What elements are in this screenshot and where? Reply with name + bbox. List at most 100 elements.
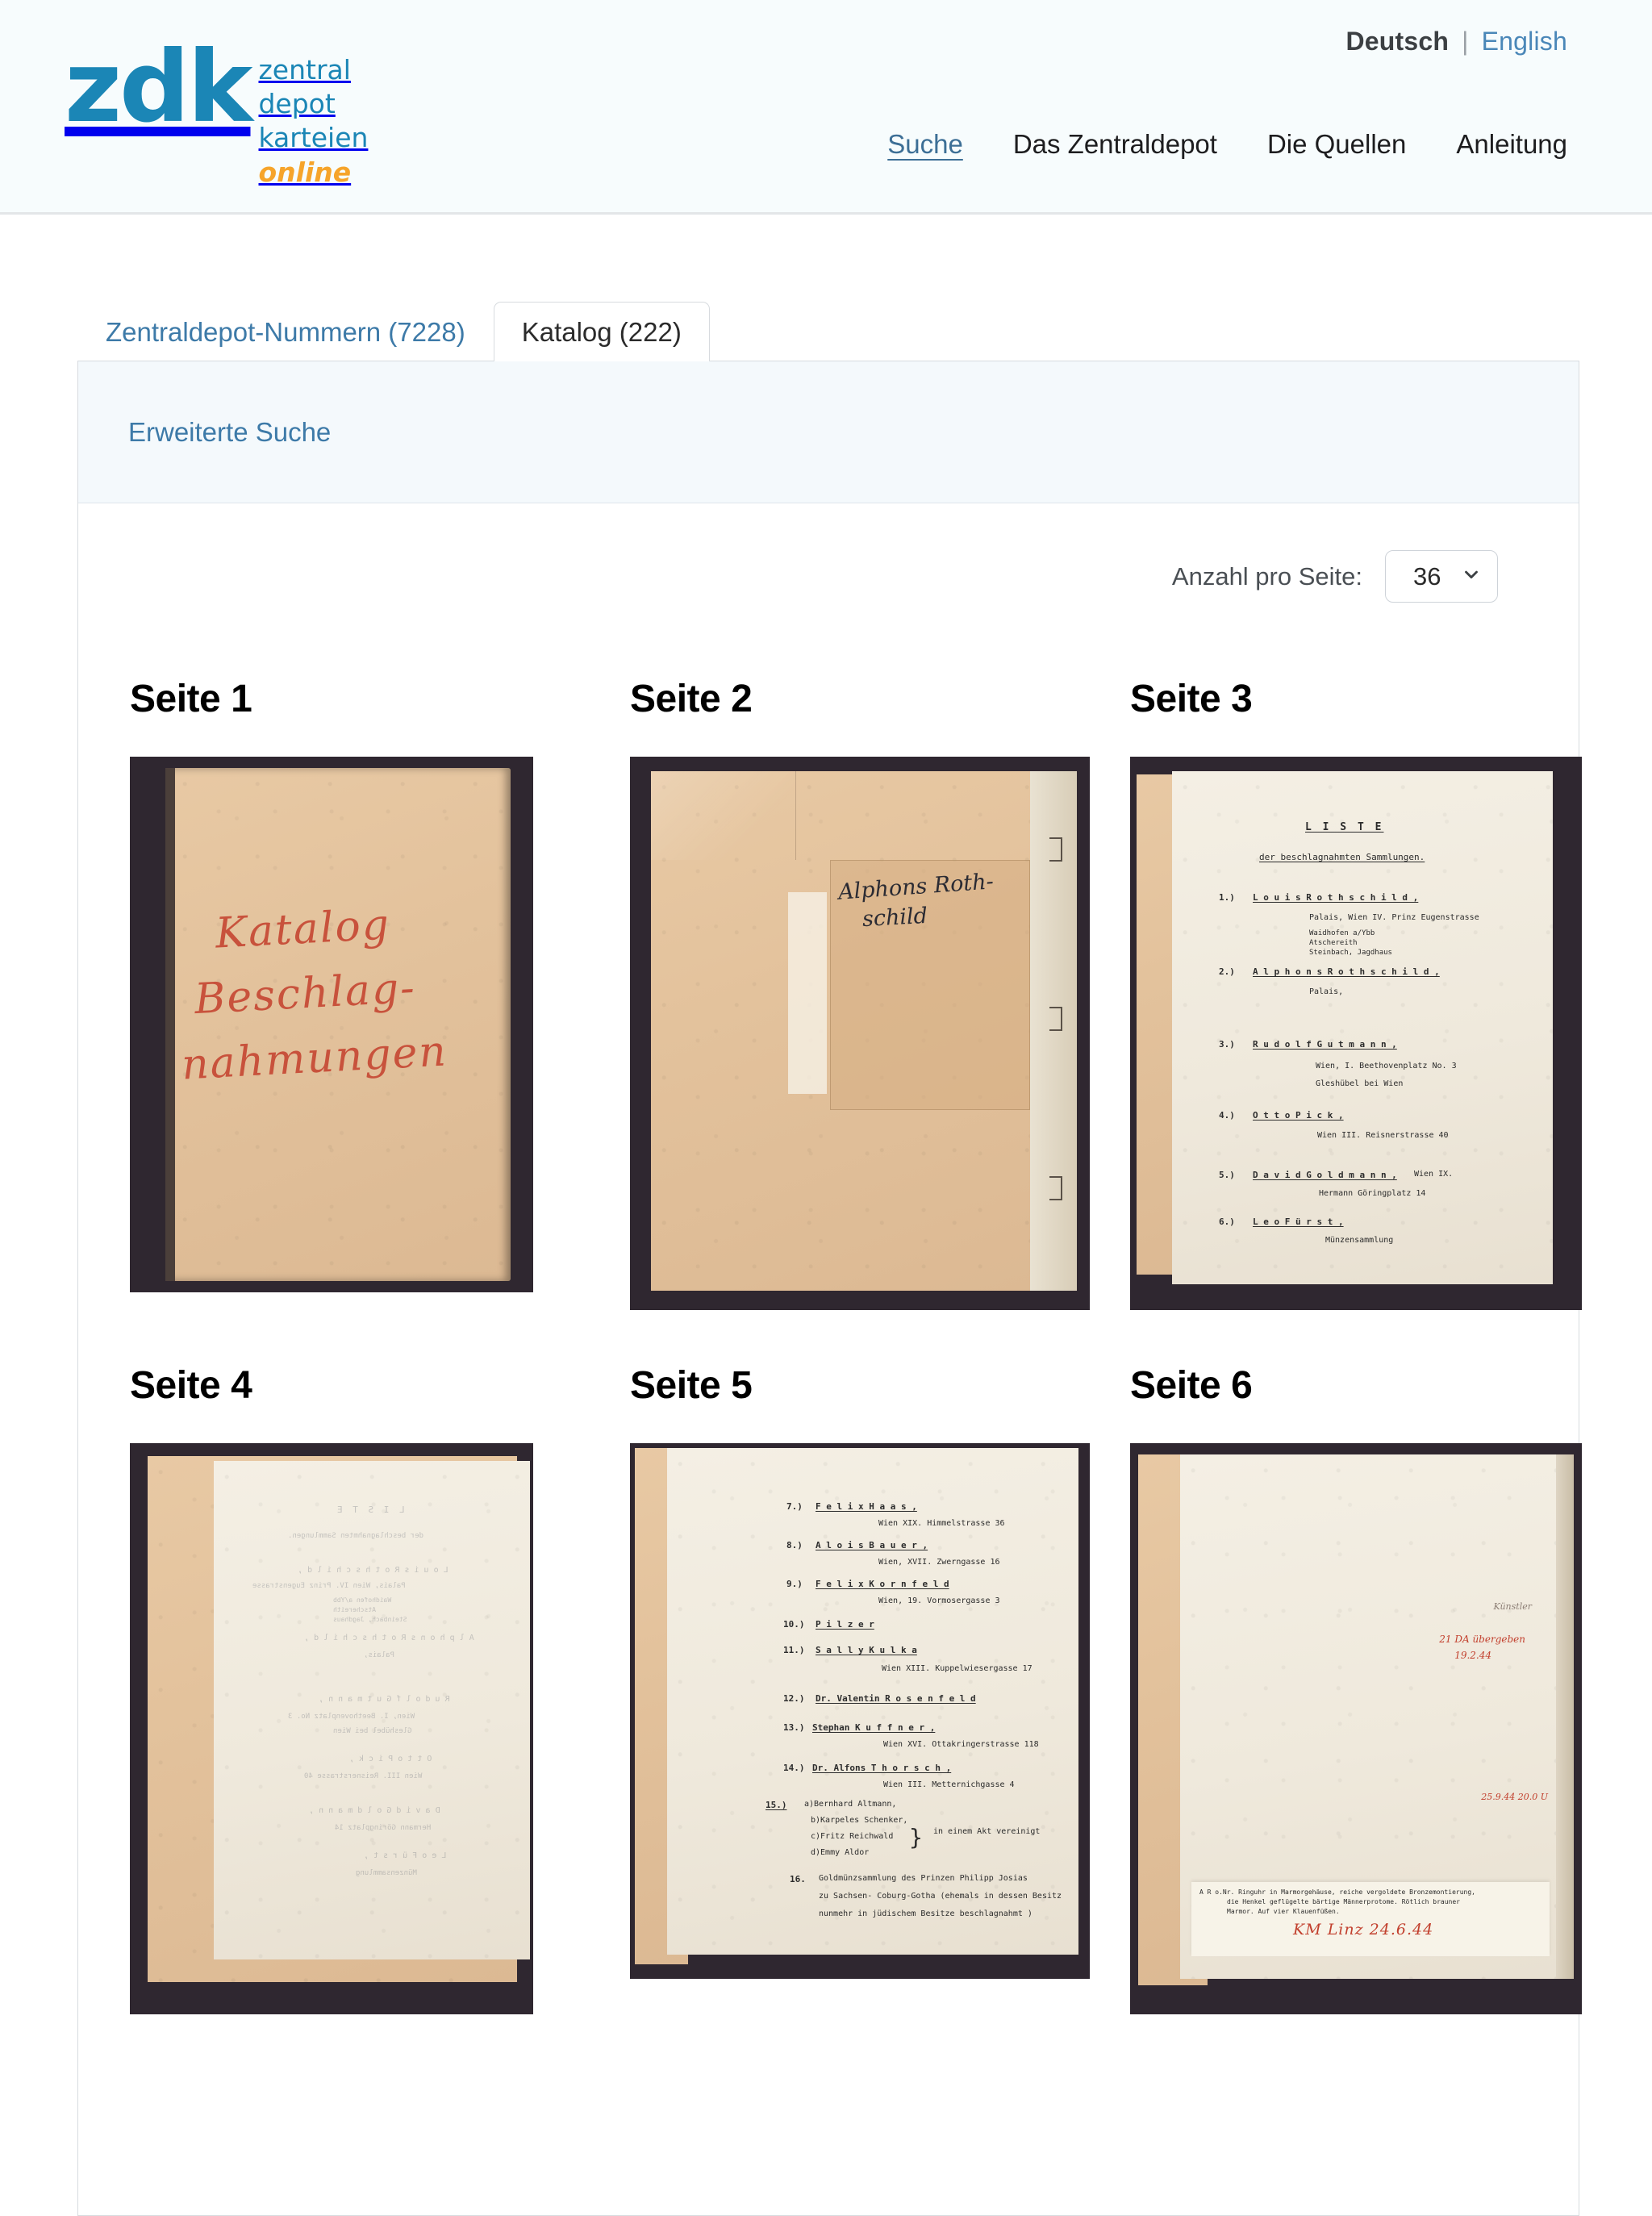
cover-line-3: nahmungen <box>180 1027 449 1090</box>
per-page-select[interactable]: 36 <box>1385 550 1498 603</box>
tab-marker-bottom <box>1049 1176 1062 1200</box>
red-note: 25.9.44 20.0 U <box>1481 1792 1548 1802</box>
entry-detail: Wien III. Reisnerstrasse 40 <box>1317 1131 1449 1140</box>
result-item: Seite 1 Katalog Beschlag- nahmungen <box>130 677 630 1310</box>
entry-no: 14.) <box>783 1763 805 1773</box>
per-page-control: Anzahl pro Seite: 36 <box>78 503 1579 603</box>
logo-subtitle: zentral depot karteien online <box>258 53 368 190</box>
entry-name: Goldmünzsammlung des Prinzen Philipp Jos… <box>819 1874 1028 1883</box>
result-item: Seite 5 7.) F e l i x H a a s , Wien XIX… <box>630 1363 1130 2014</box>
entry-name: Dr. Alfons T h o r s c h , <box>812 1763 952 1773</box>
result-thumbnail-seite-5[interactable]: 7.) F e l i x H a a s , Wien XIX. Himmel… <box>630 1443 1090 1979</box>
tab-marker-mid <box>1049 1007 1062 1031</box>
result-tabs: Zentraldepot-Nummern (7228) Katalog (222… <box>0 295 1652 361</box>
bleedthrough-line: Steinbach, Jagdhaus <box>333 1616 407 1623</box>
entry-detail: Wien XVI. Ottakringerstrasse 118 <box>883 1740 1039 1749</box>
site-logo[interactable]: zdk zentral depot karteien online <box>65 38 368 190</box>
typed-list-page: L I S T E der beschlagnahmten Sammlungen… <box>1172 771 1553 1284</box>
language-link-english[interactable]: English <box>1482 27 1567 56</box>
entry-no: 13.) <box>783 1722 805 1733</box>
entry-name: P i l z e r <box>816 1619 874 1630</box>
verso-page: L I S T E der beschlagnahmten Sammlungen… <box>214 1461 530 1959</box>
entry-no: 11.) <box>783 1645 805 1655</box>
advanced-search-link[interactable]: Erweiterte Suche <box>128 417 331 448</box>
nav-item-anleitung[interactable]: Anleitung <box>1456 129 1567 160</box>
brace-note: in einem Akt vereinigt <box>933 1827 1041 1836</box>
nav-item-die-quellen[interactable]: Die Quellen <box>1267 129 1406 160</box>
bleedthrough-subheading: der beschlagnahmten Sammlungen. <box>288 1532 423 1540</box>
bleedthrough-line: Waidhofen a/Ybb <box>333 1596 392 1604</box>
entry-detail: Wien, I. Beethovenplatz No. 3 <box>1316 1062 1457 1070</box>
entry-no: 3.) <box>1219 1039 1235 1050</box>
entry-detail: Gleshübel bei Wien <box>1316 1079 1404 1088</box>
entry-detail: Palais, Wien IV. Prinz Eugenstrasse <box>1309 913 1479 922</box>
entry-no: 16. <box>790 1874 806 1884</box>
logo-line-karteien: karteien <box>258 122 369 154</box>
entry-name: R u d o l f G u t m a n n , <box>1253 1039 1397 1050</box>
pasted-slip: A R o.Nr. Ringuhr in Marmorgehäuse, reic… <box>1191 1882 1550 1956</box>
site-header: zdk zentral depot karteien online Deutsc… <box>0 0 1652 215</box>
bleedthrough-line: Atschereith <box>333 1606 376 1613</box>
entry-detail: Münzensammlung <box>1325 1236 1394 1245</box>
entry-detail: Wien, XVII. Zwerngasse 16 <box>878 1558 1000 1567</box>
typed-list-page: 7.) F e l i x H a a s , Wien XIX. Himmel… <box>667 1448 1078 1955</box>
result-thumbnail-seite-4[interactable]: L I S T E der beschlagnahmten Sammlungen… <box>130 1443 533 2014</box>
result-thumbnail-seite-6[interactable]: Künstler 21 DA übergeben 19.2.44 25.9.44… <box>1130 1443 1582 2014</box>
entry-no: 10.) <box>783 1619 805 1630</box>
bleedthrough-line: L e o F ü r s t , <box>364 1851 447 1860</box>
bleedthrough-line: Palais, <box>364 1651 394 1659</box>
entry-name: O t t o P i c k , <box>1253 1110 1344 1121</box>
logo-line-zentral: zentral <box>258 54 351 86</box>
per-page-label: Anzahl pro Seite: <box>1171 561 1362 591</box>
result-thumbnail-seite-1[interactable]: Katalog Beschlag- nahmungen <box>130 757 533 1292</box>
nav-item-suche[interactable]: Suche <box>887 129 963 160</box>
entry-detail: Waidhofen a/Ybb <box>1309 929 1375 937</box>
entry-detail: Wien III. Metternichgasse 4 <box>883 1780 1015 1789</box>
list-subheading: der beschlagnahmten Sammlungen. <box>1259 852 1425 862</box>
slip-line: A R o.Nr. Ringuhr in Marmorgehäuse, reic… <box>1199 1888 1475 1896</box>
result-title: Seite 1 <box>130 678 252 720</box>
bleedthrough-line: Wien III. Reisnerstrasse 40 <box>304 1772 423 1780</box>
entry-name: A l p h o n s R o t h s c h i l d , <box>1253 966 1440 977</box>
bleedthrough-heading: L I S T E <box>335 1504 405 1515</box>
result-title: Seite 3 <box>1130 678 1253 720</box>
entry-detail: nunmehr in jüdischem Besitze beschlagnah… <box>819 1909 1032 1918</box>
result-title: Seite 2 <box>630 678 753 720</box>
entry-detail: c)Fritz Reichwald <box>811 1832 894 1841</box>
flyleaf-line-2: schild <box>861 903 928 933</box>
nav-item-das-zentraldepot[interactable]: Das Zentraldepot <box>1013 129 1217 160</box>
language-switcher: Deutsch | English <box>1345 27 1567 56</box>
red-note: 19.2.44 <box>1454 1650 1491 1661</box>
result-item: Seite 6 Künstler 21 DA übergeben 19.2.44… <box>1130 1363 1630 2014</box>
result-thumbnail-seite-3[interactable]: L I S T E der beschlagnahmten Sammlungen… <box>1130 757 1582 1310</box>
entry-name: L o u i s R o t h s c h i l d , <box>1253 892 1419 903</box>
entry-no: 7.) <box>786 1501 803 1512</box>
results-grid: Seite 1 Katalog Beschlag- nahmungen Seit… <box>78 603 1582 2014</box>
entry-detail: Wien, 19. Vormosergasse 3 <box>878 1596 1000 1605</box>
language-current-deutsch[interactable]: Deutsch <box>1345 27 1449 56</box>
entry-name: a)Bernhard Altmann, <box>804 1800 897 1809</box>
entry-detail: Palais, <box>1309 987 1344 996</box>
tab-marker-top <box>1049 837 1062 862</box>
entry-name: L e o F ü r s t , <box>1253 1217 1344 1227</box>
result-title: Seite 5 <box>630 1364 753 1407</box>
bleedthrough-line: Gleshübel bei Wien <box>333 1727 412 1735</box>
paper-grain <box>1172 771 1553 1284</box>
search-bar: Erweiterte Suche <box>78 361 1579 503</box>
tab-katalog[interactable]: Katalog (222) <box>493 302 710 361</box>
blank-page: Künstler 21 DA übergeben 19.2.44 25.9.44… <box>1180 1454 1561 1979</box>
result-thumbnail-seite-2[interactable]: Alphons Roth- schild <box>630 757 1090 1310</box>
tab-zentraldepot-nummern[interactable]: Zentraldepot-Nummern (7228) <box>77 302 494 361</box>
entry-no: 12.) <box>783 1693 805 1704</box>
entry-detail: Steinbach, Jagdhaus <box>1309 949 1392 957</box>
bleedthrough-line: L o u i s R o t h s c h i l d , <box>298 1566 448 1575</box>
entry-name: S a l l y K u l k a <box>816 1645 917 1655</box>
bleedthrough-line: D a v i d G o l d m a n n , <box>309 1806 440 1815</box>
entry-no: 8.) <box>786 1540 803 1550</box>
book-spine <box>165 768 175 1281</box>
folded-corner <box>651 771 796 860</box>
red-note: Künstler <box>1493 1601 1533 1612</box>
list-heading: L I S T E <box>1305 821 1384 833</box>
entry-detail: d)Emmy Aldor <box>811 1848 870 1857</box>
language-separator: | <box>1462 27 1469 56</box>
